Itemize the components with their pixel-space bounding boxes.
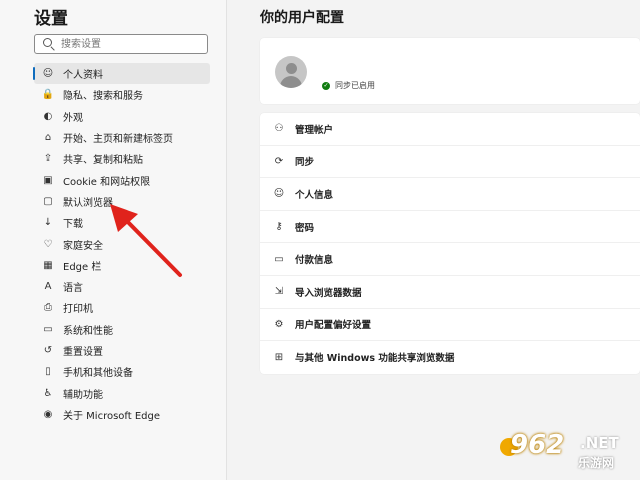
- edge-logo-icon: ◉: [43, 408, 53, 420]
- watermark-sub: 乐游网: [578, 456, 615, 470]
- sidebar-item-label: 关于 Microsoft Edge: [63, 410, 161, 422]
- sidebar-item[interactable]: ▯ 手机和其他设备: [34, 361, 210, 382]
- sidebar-item[interactable]: ☺ 个人资料: [33, 63, 210, 85]
- family-icon: ♡: [43, 238, 53, 250]
- profile-menu-label: 付款信息: [295, 255, 334, 267]
- profile-menu-label: 导入浏览器数据: [295, 287, 362, 299]
- profile-menu-item[interactable]: ⚷ 密码: [260, 211, 640, 244]
- sidebar-title: 设置: [34, 9, 68, 29]
- vertical-divider: [226, 0, 227, 480]
- profile-menu-item[interactable]: ☺ 个人信息: [260, 178, 640, 211]
- share-icon: ⇪: [43, 153, 53, 165]
- sidebar-item-label: 下载: [63, 219, 83, 231]
- profile-menu-label: 密码: [295, 222, 315, 234]
- printer-icon: ⎙: [44, 302, 52, 314]
- sidebar-item[interactable]: ▣ Cookie 和网站权限: [34, 169, 210, 190]
- card-icon: ▭: [274, 253, 284, 265]
- profile-prefs-icon: ⚙: [274, 318, 284, 330]
- sidebar-item[interactable]: ◉ 关于 Microsoft Edge: [34, 404, 210, 425]
- watermark-logo: 962 .NET 乐游网: [500, 430, 634, 478]
- profile-menu-item[interactable]: ⚇ 管理帐户: [260, 113, 640, 146]
- check-icon: ✓: [322, 81, 330, 90]
- profile-menu-item[interactable]: ⇲ 导入浏览器数据: [260, 276, 640, 309]
- language-icon: A: [44, 281, 52, 293]
- profile-menu-label: 同步: [295, 157, 315, 169]
- sidebar-item-label: 开始、主页和新建标签页: [63, 134, 173, 146]
- sidebar-item-label: 隐私、搜索和服务: [63, 91, 143, 103]
- red-arrow-annotation: [110, 204, 182, 277]
- edge-bar-icon: ▦: [43, 259, 53, 271]
- import-icon: ⇲: [274, 286, 284, 298]
- system-icon: ▭: [43, 323, 53, 335]
- sidebar-item-label: 手机和其他设备: [63, 368, 133, 380]
- manage-account-icon: ⚇: [274, 123, 284, 135]
- profile-menu-item[interactable]: ⟳ 同步: [260, 146, 640, 179]
- sidebar-item[interactable]: ⌂ 开始、主页和新建标签页: [34, 127, 210, 148]
- search-input[interactable]: [61, 36, 201, 52]
- sidebar-item-label: Cookie 和网站权限: [63, 176, 151, 188]
- lock-icon: 🔒: [41, 89, 55, 101]
- sidebar-item[interactable]: 🔒 隐私、搜索和服务: [34, 84, 210, 105]
- page-title: 你的用户配置: [260, 10, 344, 26]
- watermark-number: 962: [510, 430, 565, 460]
- profile-menu-item[interactable]: ⚙ 用户配置偏好设置: [260, 309, 640, 342]
- download-icon: ↓: [43, 217, 53, 229]
- profile-menu-card: ⚇ 管理帐户 ⟳ 同步 ☺ 个人信息 ⚷ 密码 ▭ 付款信息 ⇲ 导入浏览器数据 ⚙ 用户配置偏好设置 ⊞ 与…: [260, 113, 640, 374]
- appearance-icon: ◐: [43, 110, 53, 122]
- profile-card: ✓ 同步已启用: [260, 38, 640, 104]
- accessibility-icon: ♿: [43, 387, 53, 399]
- home-tab-icon: ⌂: [44, 132, 52, 144]
- search-icon: [43, 38, 52, 47]
- personal-info-icon: ☺: [273, 188, 285, 200]
- profile-icon: ☺: [42, 68, 54, 80]
- sidebar-item-label: 共享、复制和粘贴: [63, 155, 143, 167]
- cookie-icon: ▣: [43, 174, 53, 186]
- sidebar-item-label: 家庭安全: [63, 240, 103, 252]
- sidebar-item-label: 外观: [63, 112, 83, 124]
- profile-menu-label: 管理帐户: [295, 124, 334, 136]
- sync-status: ✓ 同步已启用: [322, 80, 375, 91]
- profile-menu-label: 个人信息: [295, 189, 334, 201]
- sidebar-item[interactable]: ⇪ 共享、复制和粘贴: [34, 148, 210, 169]
- profile-menu-item[interactable]: ⊞ 与其他 Windows 功能共享浏览数据: [260, 341, 640, 374]
- sidebar-item[interactable]: ▭ 系统和性能: [34, 319, 210, 340]
- search-box[interactable]: [34, 34, 208, 54]
- sidebar-item-label: 辅助功能: [63, 389, 103, 401]
- sidebar-item[interactable]: ◐ 外观: [34, 106, 210, 127]
- sidebar-item-label: 重置设置: [63, 347, 103, 358]
- sync-status-label: 同步已启用: [335, 81, 375, 90]
- profile-menu-label: 与其他 Windows 功能共享浏览数据: [295, 353, 455, 365]
- sidebar-item-label: 语言: [63, 283, 83, 295]
- sidebar-item-label: 打印机: [63, 304, 93, 316]
- sidebar-item-label: 个人资料: [63, 70, 103, 82]
- windows-icon: ⊞: [274, 351, 284, 363]
- avatar[interactable]: [275, 56, 307, 88]
- watermark-suffix: .NET: [580, 434, 619, 452]
- default-browser-icon: ▢: [43, 195, 53, 207]
- sync-icon: ⟳: [274, 155, 284, 167]
- phone-icon: ▯: [45, 366, 51, 378]
- sidebar-item[interactable]: ♿ 辅助功能: [34, 382, 210, 403]
- key-icon: ⚷: [275, 221, 283, 233]
- sidebar-item[interactable]: ↺ 重置设置: [34, 340, 210, 361]
- sidebar-item-label: Edge 栏: [63, 261, 102, 273]
- sidebar-item-label: 系统和性能: [63, 325, 113, 337]
- sidebar-item[interactable]: ⎙ 打印机: [34, 297, 210, 318]
- profile-menu-label: 用户配置偏好设置: [295, 320, 372, 332]
- profile-menu-item[interactable]: ▭ 付款信息: [260, 243, 640, 276]
- reset-icon: ↺: [43, 345, 53, 356]
